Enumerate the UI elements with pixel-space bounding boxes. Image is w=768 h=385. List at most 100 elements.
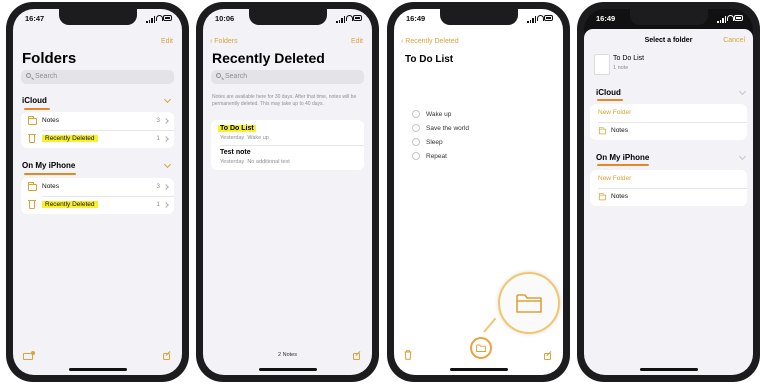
new-folder-button[interactable]: New Folder (598, 175, 631, 182)
compose-icon[interactable] (163, 353, 170, 360)
folder-icon (476, 344, 486, 352)
new-folder-button[interactable]: New Folder (598, 109, 631, 116)
folder-button-highlight[interactable] (470, 337, 492, 359)
note-thumbnail (594, 54, 610, 75)
checklist-label: Sleep (426, 139, 443, 146)
chevron-right-icon (163, 184, 169, 190)
folder-row-notes[interactable]: Notes (590, 123, 747, 140)
back-button[interactable]: ‹ Recently Deleted (401, 38, 459, 45)
notch (248, 9, 327, 25)
folder-picker-sheet: Select a folder Cancel To Do List 1 note… (584, 29, 753, 375)
signal-icon (527, 16, 537, 23)
battery-icon (734, 15, 743, 21)
compose-icon[interactable] (544, 353, 551, 360)
folder-label: Notes (611, 193, 628, 200)
trash-icon (28, 199, 36, 209)
folder-list-icloud: Notes 3 Recently Deleted 1 (21, 112, 174, 148)
note-meta: Yesterday Wake up (220, 135, 269, 141)
folder-icon (598, 127, 607, 135)
notch (58, 9, 137, 25)
checkbox[interactable] (412, 152, 420, 160)
section-header-on-my-iphone[interactable]: On My iPhone (596, 153, 649, 162)
folder-label: Notes (611, 127, 628, 134)
section-header-icloud[interactable]: iCloud (22, 96, 47, 105)
page-title: Recently Deleted (212, 50, 325, 66)
status-time: 16:49 (406, 14, 426, 23)
edit-button[interactable]: Edit (161, 38, 173, 45)
deletion-info-text: Notes are available here for 30 days. Af… (212, 94, 357, 107)
search-icon (216, 73, 221, 78)
callout-connector (483, 317, 497, 333)
folder-count: 1 (156, 135, 160, 142)
folder-icon (516, 294, 542, 313)
wifi-icon (537, 15, 544, 21)
folder-label: Notes (42, 183, 59, 190)
screen: 16:49 Select a folder Cancel To Do List … (584, 9, 753, 375)
chevron-down-icon[interactable] (163, 160, 172, 169)
checkbox[interactable] (412, 110, 420, 118)
status-icons (717, 15, 743, 23)
note-date: Yesterday (220, 159, 245, 165)
phone-note-view: 16:49 ‹ Recently Deleted To Do List Wake… (387, 2, 570, 382)
wifi-icon (727, 15, 734, 21)
note-count: 2 Notes (278, 352, 297, 358)
signal-icon (336, 16, 346, 23)
checkbox[interactable] (412, 138, 420, 146)
chevron-down-icon[interactable] (163, 95, 172, 104)
search-placeholder: Search (35, 73, 58, 80)
checkbox[interactable] (412, 124, 420, 132)
status-icons (336, 15, 362, 23)
status-time: 16:49 (596, 14, 616, 23)
trash-icon[interactable] (404, 350, 412, 360)
folder-icon (28, 182, 37, 191)
home-indicator (68, 368, 127, 371)
home-indicator (258, 368, 317, 371)
note-title: To Do List (218, 125, 256, 132)
notch (629, 9, 708, 25)
annotation-underline (24, 173, 76, 175)
folder-row-notes[interactable]: Notes 3 (21, 179, 174, 196)
phone-recently-deleted: 10:06 ‹ Folders Edit Recently Deleted Se… (196, 2, 379, 382)
new-folder-icon[interactable] (23, 351, 35, 360)
annotation-underline (597, 99, 623, 101)
compose-icon[interactable] (353, 353, 360, 360)
note-title: To Do List (613, 55, 645, 62)
folder-icon (598, 193, 607, 201)
search-icon (26, 73, 31, 78)
note-row[interactable]: Test note Yesterday No additional text (211, 145, 364, 169)
section-header-on-my-iphone[interactable]: On My iPhone (22, 161, 75, 170)
battery-icon (353, 15, 362, 21)
cancel-button[interactable]: Cancel (723, 37, 745, 44)
back-button[interactable]: ‹ Folders (210, 38, 238, 45)
back-label: Recently Deleted (405, 38, 459, 45)
battery-icon (544, 15, 553, 21)
wifi-icon (346, 15, 353, 21)
folder-count: 3 (156, 117, 160, 124)
folder-row-recently-deleted[interactable]: Recently Deleted 1 (21, 197, 174, 214)
folder-row-recently-deleted[interactable]: Recently Deleted 1 (21, 131, 174, 148)
status-icons (146, 15, 172, 23)
signal-icon (717, 16, 727, 23)
folder-row-notes[interactable]: Notes (590, 189, 747, 206)
section-header-icloud[interactable]: iCloud (596, 88, 621, 97)
screen: 16:49 ‹ Recently Deleted To Do List Wake… (394, 9, 563, 375)
search-field[interactable]: Search (211, 70, 364, 84)
note-count: 1 note (613, 65, 629, 71)
search-placeholder: Search (225, 73, 248, 80)
zoom-callout (498, 272, 560, 334)
folder-list-on-my-iphone: Notes 3 Recently Deleted 1 (21, 178, 174, 214)
note-preview: No additional text (247, 159, 290, 165)
note-row[interactable]: To Do List Yesterday Wake up (211, 121, 364, 145)
folder-list-icloud: New Folder Notes (590, 104, 747, 140)
chevron-down-icon[interactable] (738, 152, 747, 161)
chevron-down-icon[interactable] (738, 87, 747, 96)
back-label: Folders (214, 38, 238, 45)
folder-row-notes[interactable]: Notes 3 (21, 113, 174, 130)
search-field[interactable]: Search (21, 70, 174, 84)
screen: 16:47 Edit Folders Search iCloud Notes 3 (13, 9, 182, 375)
edit-button[interactable]: Edit (351, 38, 363, 45)
checklist-label: Repeat (426, 153, 447, 160)
chevron-right-icon (163, 202, 169, 208)
home-indicator (449, 368, 508, 371)
folder-label: Notes (42, 117, 59, 124)
